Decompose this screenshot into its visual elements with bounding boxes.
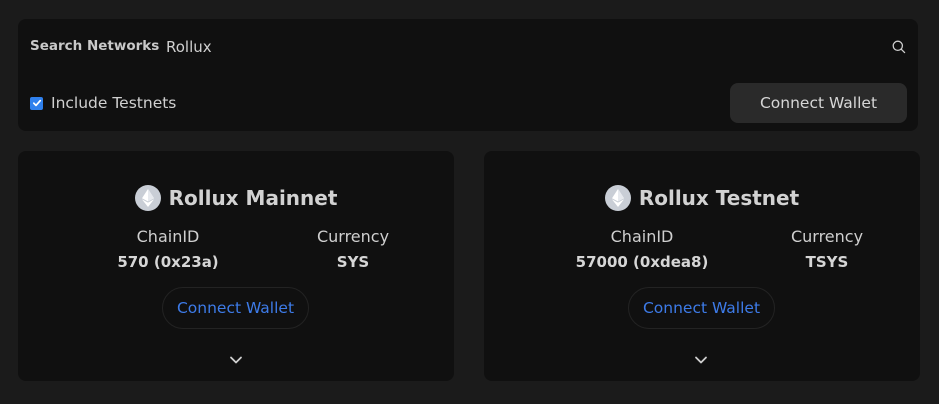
- network-card-rollux-mainnet: Rollux Mainnet ChainID 570 (0x23a) Curre…: [18, 151, 454, 381]
- network-name: Rollux Testnet: [638, 186, 800, 210]
- currency-label: Currency: [790, 227, 864, 246]
- chain-id-label: ChainID: [610, 227, 674, 246]
- include-testnets-label: Include Testnets: [51, 94, 177, 112]
- network-title-row: Rollux Mainnet: [18, 184, 454, 212]
- currency-value: TSYS: [805, 253, 849, 271]
- ethereum-icon: [604, 185, 631, 211]
- search-input[interactable]: [166, 32, 886, 62]
- chain-id-value: 570 (0x23a): [117, 253, 219, 271]
- chevron-down-icon[interactable]: [229, 350, 243, 364]
- search-label: Search Networks: [30, 38, 160, 54]
- ethereum-icon: [134, 185, 161, 211]
- include-testnets-toggle[interactable]: Include Testnets: [30, 93, 176, 113]
- chevron-down-icon[interactable]: [694, 350, 708, 364]
- search-icon[interactable]: [891, 39, 907, 55]
- network-name: Rollux Mainnet: [168, 186, 338, 210]
- currency-label: Currency: [316, 227, 390, 246]
- network-title-row: Rollux Testnet: [484, 184, 920, 212]
- currency-value: SYS: [336, 253, 370, 271]
- connect-wallet-button[interactable]: Connect Wallet: [628, 287, 775, 329]
- chain-id-value: 57000 (0xdea8): [575, 253, 709, 271]
- include-testnets-checkbox[interactable]: [30, 96, 43, 110]
- connect-wallet-button[interactable]: Connect Wallet: [162, 287, 309, 329]
- connect-wallet-button[interactable]: Connect Wallet: [730, 83, 907, 123]
- chain-id-label: ChainID: [136, 227, 200, 246]
- network-search-panel: Search Networks Include Testnets Connect…: [18, 19, 918, 131]
- network-card-rollux-testnet: Rollux Testnet ChainID 57000 (0xdea8) Cu…: [484, 151, 920, 381]
